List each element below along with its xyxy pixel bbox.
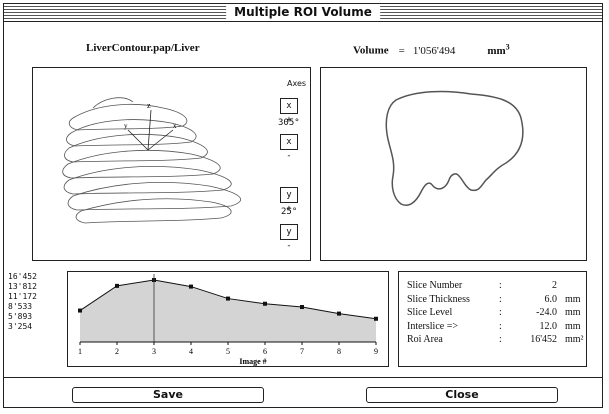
y-axis-line: [127, 129, 149, 151]
info-label: Interslice =>: [407, 320, 458, 332]
info-row: Slice Level: -24.0 mm: [407, 306, 593, 320]
info-row: Slice Thickness: 6.0 mm: [407, 293, 593, 307]
volume-value: 1'056'494: [412, 44, 456, 57]
info-row: Interslice =>: 12.0 mm: [407, 320, 593, 334]
info-value: 16'452: [530, 334, 557, 345]
chart-x-tick-label: 3: [152, 347, 156, 356]
chart-point[interactable]: [115, 283, 119, 288]
info-value: 12.0: [539, 320, 558, 332]
chart-x-tick-label: 9: [374, 347, 378, 356]
chart-point[interactable]: [263, 301, 267, 306]
info-separator: :: [499, 280, 502, 291]
chart-point[interactable]: [78, 308, 82, 313]
chart-y-tick-labels: 16'452 13'812 11'172 8'533 5'893 3'254: [8, 272, 37, 332]
x-axis-line: [147, 129, 174, 151]
chart-point[interactable]: [226, 296, 230, 301]
x-plus-button[interactable]: x +: [280, 98, 298, 125]
y-angle-readout: 25°: [281, 207, 298, 217]
title-bar[interactable]: Multiple ROI Volume: [4, 4, 602, 22]
y-axis-label: y: [124, 122, 128, 130]
3d-contour-view[interactable]: z x y: [32, 67, 311, 261]
z-axis-label: z: [147, 101, 151, 110]
liver-contour-outline: [385, 90, 524, 206]
slice-info-panel: Slice Number: 2 Slice Thickness: 6.0 mm Slice…: [398, 271, 587, 367]
2d-contour-view[interactable]: [320, 67, 587, 261]
info-separator: :: [499, 320, 502, 332]
chart-x-tick-label: 1: [78, 347, 82, 356]
info-unit: [557, 279, 593, 293]
info-row: Slice Number: 2: [407, 279, 593, 293]
axes-label: Axes: [287, 79, 307, 88]
volume-unit: mm3: [487, 42, 510, 57]
y-tick-label: 16'452: [8, 272, 37, 281]
volume-equals: =: [398, 44, 405, 57]
chart-point[interactable]: [189, 284, 193, 289]
z-axis-line: [147, 109, 152, 151]
y-minus-button[interactable]: y -: [280, 224, 298, 251]
chart-point[interactable]: [337, 311, 341, 316]
chart-x-tick-label: 5: [226, 347, 230, 356]
chart-x-tick-label: 8: [337, 347, 341, 356]
info-value: -24.0: [536, 307, 557, 318]
info-separator: :: [499, 334, 502, 345]
x-axis-label: x: [173, 122, 177, 130]
info-value: 6.0: [544, 293, 558, 305]
info-unit: mm: [565, 307, 581, 318]
info-unit: mm²: [565, 334, 584, 345]
chart-point[interactable]: [300, 305, 304, 310]
x-minus-button[interactable]: x -: [280, 134, 298, 161]
3d-contour-stack: z x y: [62, 97, 242, 224]
y-tick-label: 13'812: [8, 282, 37, 291]
volume-readout: Volume = 1'056'494 mm3: [353, 42, 510, 57]
chart-x-tick-label: 7: [300, 347, 304, 356]
info-separator: :: [499, 293, 502, 305]
save-button[interactable]: Save: [72, 387, 264, 403]
chart-x-tick-label: 2: [115, 347, 119, 356]
chart-x-tick-label: 6: [263, 347, 267, 356]
window-title: Multiple ROI Volume: [226, 5, 380, 19]
info-separator: :: [499, 307, 502, 318]
info-label: Slice Level: [407, 307, 453, 318]
info-unit: mm: [565, 320, 581, 332]
volume-label: Volume: [353, 44, 389, 57]
chart-point[interactable]: [374, 316, 378, 321]
close-button[interactable]: Close: [366, 387, 558, 403]
x-angle-readout: 305°: [278, 118, 300, 128]
info-row: Roi Area: 16'452 mm²: [407, 333, 593, 347]
contour-label: LiverContour.pap/Liver: [86, 42, 200, 54]
y-tick-label: 8'533: [8, 302, 33, 311]
chart-x-axis-title: Image #: [239, 357, 266, 366]
slice-info-table: Slice Number:2 Slice Thickness:6.0 mm Slice…: [407, 279, 593, 347]
info-label: Slice Thickness: [407, 293, 470, 305]
info-label: Slice Number: [407, 280, 463, 291]
y-tick-label: 11'172: [8, 292, 37, 301]
y-tick-label: 5'893: [8, 312, 33, 321]
info-label: Roi Area: [407, 334, 443, 345]
y-plus-button[interactable]: y +: [280, 187, 298, 214]
info-value: 2: [552, 280, 557, 291]
roi-area-chart[interactable]: 1 2 3 4 5 6 7 8 9 Image #: [67, 271, 389, 367]
chart-area-fill: [80, 280, 376, 342]
y-tick-label: 3'254: [8, 322, 33, 331]
info-unit: mm: [565, 293, 581, 305]
chart-x-tick-label: 4: [189, 347, 193, 356]
roi-volume-window: Multiple ROI Volume LiverContour.pap/Liv…: [3, 3, 603, 408]
roi-area-chart-svg: 1 2 3 4 5 6 7 8 9 Image #: [78, 274, 378, 366]
footer-divider: [4, 377, 602, 378]
